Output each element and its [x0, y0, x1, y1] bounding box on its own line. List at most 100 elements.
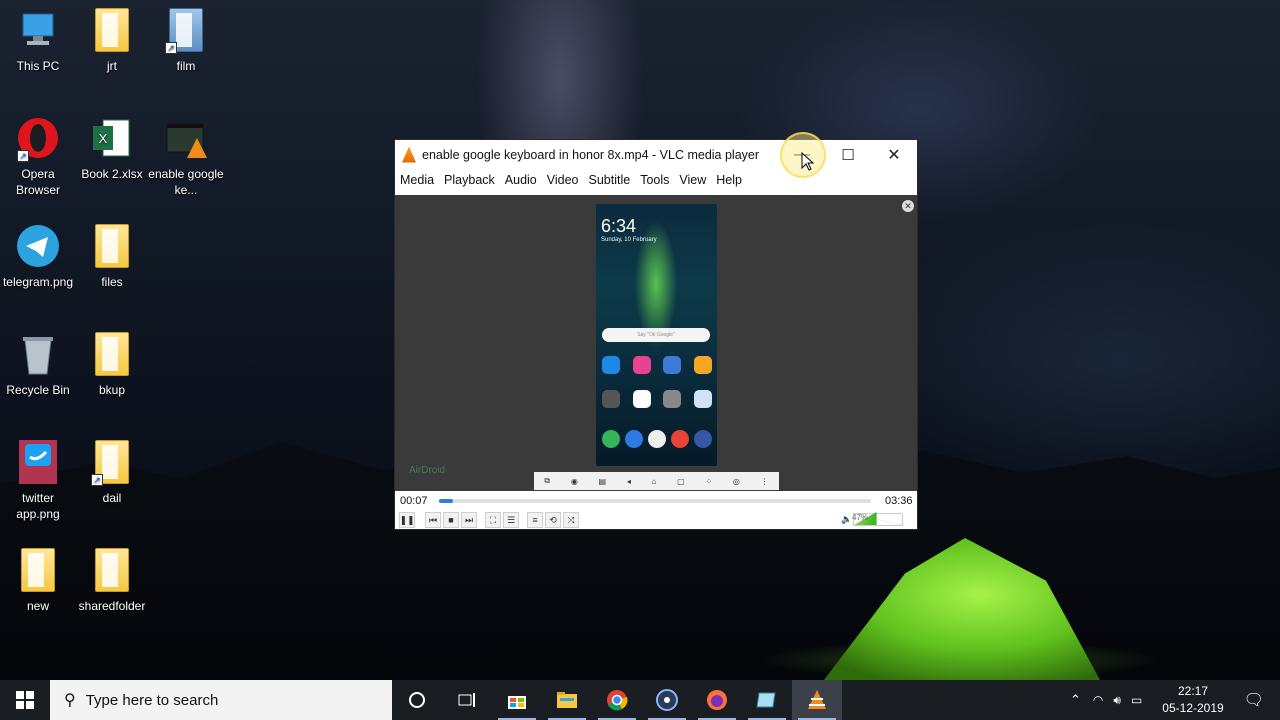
next-button[interactable]: ⏭	[461, 512, 477, 528]
airdroid-keyboard-icon[interactable]: ▤	[599, 477, 607, 486]
folder-icon	[89, 548, 135, 594]
taskbar-editor[interactable]	[742, 680, 792, 720]
desktop-icon-label: bkup	[98, 383, 126, 397]
vlc-cone-icon	[402, 146, 416, 163]
firefox-icon	[707, 690, 727, 710]
desktop-icon-jrt[interactable]: jrt	[74, 8, 150, 74]
taskbar-file-explorer[interactable]	[542, 680, 592, 720]
desktop-icon-files[interactable]: files	[74, 224, 150, 290]
desktop-icon-label: twitter app.png	[16, 491, 60, 521]
desktop-icon-film[interactable]: ↗ film	[148, 8, 224, 74]
volume-control[interactable]: 🔈 47%	[841, 512, 907, 526]
desktop-icon-label: film	[176, 59, 196, 73]
menu-view[interactable]: View	[674, 173, 711, 187]
pause-button[interactable]: ❚❚	[399, 512, 415, 528]
extended-settings-button[interactable]: ☰	[503, 512, 519, 528]
stop-button[interactable]: ■	[443, 512, 459, 528]
taskbar-circle-app[interactable]	[642, 680, 692, 720]
desktop-icon-label: files	[101, 275, 123, 289]
menu-video[interactable]: Video	[542, 173, 584, 187]
vlc-window[interactable]: enable google keyboard in honor 8x.mp4 -…	[394, 139, 918, 530]
airdroid-control-bar: ⧉ ◉ ▤ ◂ ⌂ ▢ ⁘ ◎ ⋮	[534, 472, 779, 490]
desktop-icon-label: enable google ke...	[148, 167, 224, 197]
airdroid-tool-icon[interactable]: ⧉	[544, 476, 550, 486]
maximize-button[interactable]: ☐	[825, 140, 871, 169]
search-placeholder: Type here to search	[85, 691, 219, 709]
menu-help[interactable]: Help	[711, 173, 747, 187]
recents-icon[interactable]: ▢	[677, 477, 685, 486]
menu-subtitle[interactable]: Subtitle	[584, 173, 636, 187]
fullscreen-button[interactable]: ⛶	[485, 512, 501, 528]
volume-icon[interactable]: 🔊︎	[1113, 693, 1121, 708]
folder-icon	[89, 332, 135, 378]
desktop-icon-recycle-bin[interactable]: Recycle Bin	[0, 332, 76, 398]
home-icon[interactable]: ⌂	[652, 477, 657, 486]
twitter-icon	[15, 440, 61, 486]
airdroid-screenshot-icon[interactable]: ◉	[571, 477, 578, 486]
shuffle-button[interactable]: ⤨	[563, 512, 579, 528]
start-button[interactable]	[0, 680, 50, 720]
menu-playback[interactable]: Playback	[439, 173, 500, 187]
show-hidden-icons-chevron-up-icon[interactable]: ⌃	[1070, 692, 1081, 708]
cortana-icon	[409, 692, 425, 708]
overlay-close-icon[interactable]: ✕	[902, 200, 914, 212]
taskbar-store[interactable]	[492, 680, 542, 720]
taskbar-vlc[interactable]	[792, 680, 842, 720]
playback-controls: ❚❚ ⏮ ■ ⏭ ⛶ ☰ ≡ ⟲ ⤨ 🔈 47%	[395, 510, 917, 530]
menu-audio[interactable]: Audio	[500, 173, 542, 187]
folder-icon	[89, 8, 135, 54]
desktop-icon-label: This PC	[16, 59, 60, 73]
menu-tools[interactable]: Tools	[635, 173, 674, 187]
apps-grid-icon[interactable]: ⁘	[705, 477, 712, 486]
desktop-icon-label: sharedfolder	[78, 599, 146, 613]
desktop-icon-sharedfolder[interactable]: sharedfolder	[74, 548, 150, 614]
taskbar-chrome[interactable]	[592, 680, 642, 720]
view-icon[interactable]: ◎	[733, 477, 740, 486]
desktop-icon-new[interactable]: new	[0, 548, 76, 614]
action-center-notification-icon[interactable]: 🗨︎	[1244, 690, 1264, 710]
volume-slider[interactable]: 47%	[852, 512, 903, 526]
system-tray: ⌃ ◠ 🔊︎ ▭ 22:17 05-12-2019 🗨︎	[1070, 680, 1280, 720]
cortana-button[interactable]	[392, 680, 442, 720]
taskbar-firefox[interactable]	[692, 680, 742, 720]
desktop-icon-telegram[interactable]: telegram.png	[0, 224, 76, 290]
desktop-icon-book2-xlsx[interactable]: X Book 2.xlsx	[74, 116, 150, 182]
recycle-bin-icon	[15, 332, 61, 378]
desktop-icon-bkup[interactable]: bkup	[74, 332, 150, 398]
desktop-icon-this-pc[interactable]: This PC	[0, 8, 76, 74]
playlist-button[interactable]: ≡	[527, 512, 543, 528]
clock-time: 22:17	[1177, 684, 1208, 698]
phone-app-row	[602, 356, 712, 374]
back-icon[interactable]: ◂	[627, 477, 631, 486]
windows-logo-icon	[16, 691, 34, 709]
task-view-button[interactable]	[442, 680, 492, 720]
desktop-icon-label: jrt	[107, 59, 117, 73]
folder-icon	[15, 548, 61, 594]
menu-media[interactable]: Media	[395, 173, 439, 187]
record-circle-icon	[656, 689, 678, 711]
more-icon[interactable]: ⋮	[761, 477, 769, 486]
seek-slider[interactable]	[439, 499, 871, 503]
desktop-icon-dail[interactable]: ↗ dail	[74, 440, 150, 506]
taskbar-search-box[interactable]: ⚲ Type here to search	[50, 680, 392, 720]
battery-icon[interactable]: ▭	[1131, 693, 1142, 707]
phone-screen-video-frame: 6:34 Sunday, 10 February Say "Ok Google"	[596, 204, 717, 466]
desktop-icon-label: Book 2.xlsx	[81, 167, 143, 181]
desktop-icon-label: Opera Browser	[15, 167, 60, 197]
desktop-icon-enable-google-video[interactable]: enable google ke...	[148, 116, 224, 198]
vlc-title-bar[interactable]: enable google keyboard in honor 8x.mp4 -…	[395, 140, 917, 169]
loop-button[interactable]: ⟲	[545, 512, 561, 528]
taskbar-clock[interactable]: 22:17 05-12-2019	[1162, 683, 1223, 717]
desktop-icon-label: dail	[102, 491, 122, 505]
network-wifi-icon[interactable]: ◠	[1093, 693, 1103, 707]
phone-date: Sunday, 10 February	[601, 237, 657, 243]
close-button[interactable]: ✕	[871, 140, 917, 169]
file-explorer-icon	[557, 692, 577, 708]
desktop-icon-opera-browser[interactable]: ↗ Opera Browser	[0, 116, 76, 198]
video-area[interactable]: 6:34 Sunday, 10 February Say "Ok Google"	[395, 195, 917, 491]
total-time: 03:36	[885, 495, 913, 507]
excel-icon: X	[89, 116, 135, 162]
previous-button[interactable]: ⏮	[425, 512, 441, 528]
desktop-icon-twitter-app[interactable]: twitter app.png	[0, 440, 76, 522]
airdroid-watermark: AirDroid	[409, 465, 446, 476]
